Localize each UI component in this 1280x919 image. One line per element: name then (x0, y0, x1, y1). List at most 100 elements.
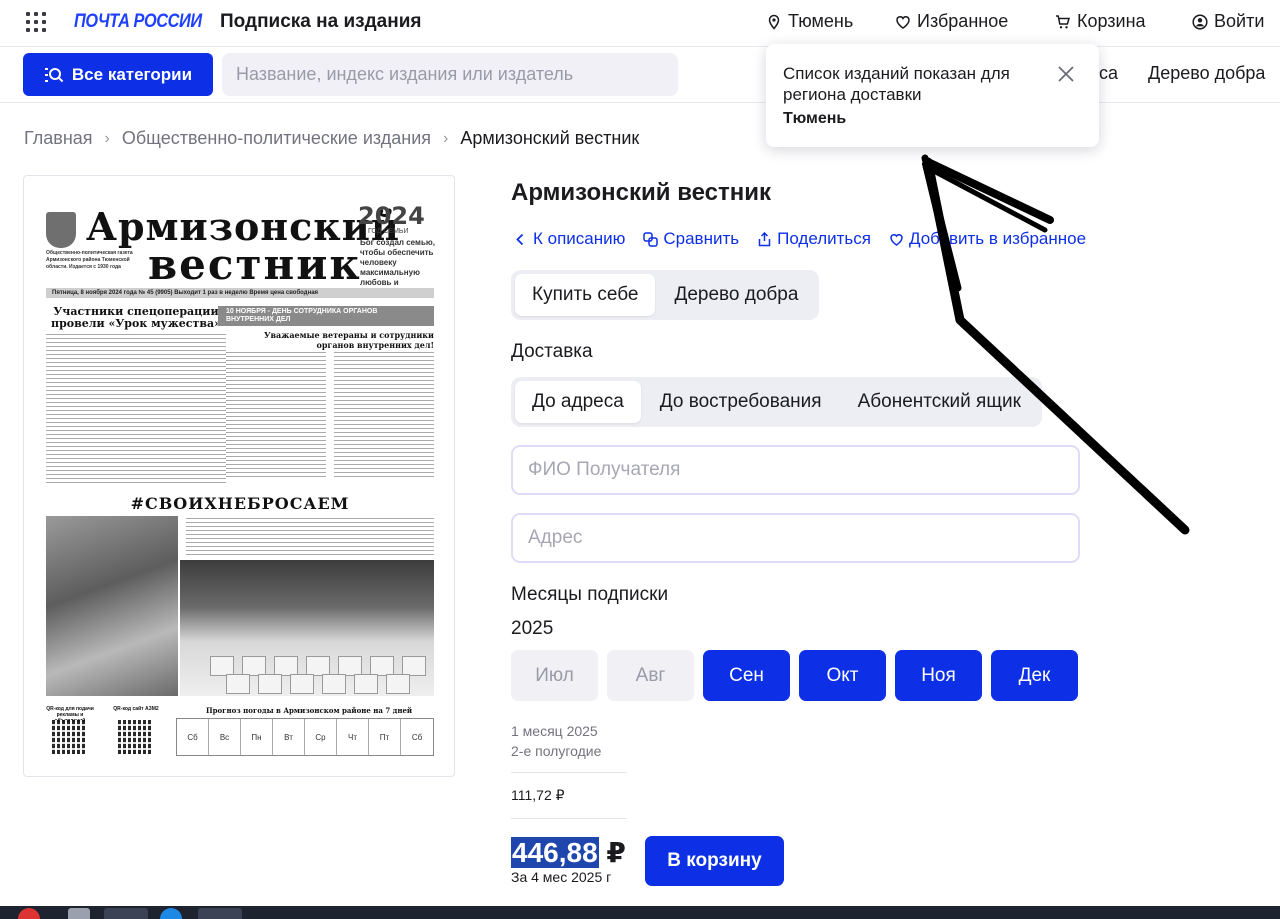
favorites-label: Избранное (917, 11, 1009, 31)
share-icon (758, 231, 771, 246)
months-label: Месяцы подписки (511, 584, 669, 605)
month-button-jul[interactable]: Июл (511, 650, 598, 701)
price-divider (511, 818, 627, 819)
breadcrumb-home[interactable]: Главная (24, 128, 93, 149)
price-divider (511, 772, 627, 773)
breadcrumb-category[interactable]: Общественно-политические издания (122, 128, 431, 149)
compare-label: Сравнить (663, 229, 740, 248)
tab-po-box[interactable]: Абонентский ящик (841, 381, 1038, 423)
month-price: 111,72 ₽ (511, 787, 565, 803)
month-button-aug[interactable]: Авг (607, 650, 694, 701)
user-icon (1192, 13, 1208, 30)
all-categories-button[interactable]: Все категории (23, 53, 213, 96)
login-link[interactable]: Войти (1192, 11, 1264, 32)
period-line1: 1 месяц 2025 (511, 723, 598, 739)
cover-date-bar: Пятница, 8 ноября 2024 года № 45 (9905) … (46, 288, 434, 298)
publication-cover[interactable]: Армизонский вестник 2024 ГОД СЕМЬИ Бог с… (23, 175, 455, 777)
cover-title-line2: вестник (148, 240, 362, 289)
compare-icon (643, 231, 659, 247)
month-button-dec[interactable]: Дек (991, 650, 1078, 701)
all-categories-label: Все категории (71, 64, 193, 84)
weather-day: Сб (177, 719, 209, 755)
address-field[interactable] (511, 513, 1080, 563)
favorites-link[interactable]: Избранное (895, 11, 1008, 32)
cover-year: 2024 (358, 202, 425, 230)
breadcrumb: Главная › Общественно-политические издан… (24, 128, 639, 149)
chevron-right-icon: › (104, 129, 110, 147)
taskbar-app-icon[interactable] (104, 908, 148, 919)
region-popup: Список изданий показан для региона доста… (766, 44, 1099, 147)
breadcrumb-current: Армизонский вестник (460, 128, 640, 148)
heart-icon (896, 15, 910, 29)
tab-buy-for-self[interactable]: Купить себе (515, 274, 656, 316)
tab-to-address[interactable]: До адреса (515, 381, 641, 423)
delivery-type-tabs: До адреса До востребования Абонентский я… (511, 377, 1042, 427)
period-line2: 2-е полугодие (511, 743, 602, 759)
month-button-sep[interactable]: Сен (703, 650, 790, 701)
city-label: Тюмень (788, 11, 854, 31)
cover-hashtag: #СВОИХНЕБРОСАЕМ (130, 494, 350, 513)
total-note: За 4 мес 2025 г (511, 869, 612, 885)
pochta-logo[interactable]: ПОЧТА РОССИИ (74, 11, 202, 33)
cover-weather-table: Сб Вс Пн Вт Ср Чт Пт Сб (176, 718, 434, 756)
taskbar-app-icon[interactable] (68, 908, 90, 919)
weather-day: Вт (273, 719, 305, 755)
nav-link-partial[interactable]: са (1099, 63, 1118, 84)
month-button-nov[interactable]: Ноя (895, 650, 982, 701)
close-icon[interactable] (1056, 64, 1076, 84)
chevron-right-icon: › (443, 129, 449, 147)
cover-photo-group (180, 560, 434, 696)
cart-icon (1056, 14, 1070, 28)
cover-year-sub: ГОД СЕМЬИ (368, 228, 409, 235)
cover-headline-right: Уважаемые ветераны и сотрудники органов … (264, 330, 434, 350)
weather-day: Чт (337, 719, 369, 755)
newspaper-front-page: Армизонский вестник 2024 ГОД СЕМЬИ Бог с… (46, 202, 435, 758)
coat-of-arms-icon (46, 212, 76, 248)
region-popup-message: Список изданий показан для региона доста… (783, 64, 1010, 104)
add-to-favorites-link[interactable]: Добавить в избранное (889, 229, 1086, 249)
share-label: Поделиться (777, 229, 871, 248)
service-title[interactable]: Подписка на издания (220, 11, 421, 33)
login-label: Войти (1214, 11, 1265, 31)
cover-headline-left: Участники спецоперации провели «Урок муж… (51, 305, 221, 330)
add-to-cart-button[interactable]: В корзину (645, 836, 784, 886)
recipient-name-field[interactable] (511, 445, 1080, 495)
favorite-label: Добавить в избранное (909, 229, 1087, 248)
cart-link[interactable]: Корзина (1055, 11, 1146, 32)
search-input[interactable] (222, 53, 678, 96)
nav-link-tree-of-good[interactable]: Дерево добра (1148, 63, 1265, 84)
cover-photo-child (46, 516, 178, 696)
compare-link[interactable]: Сравнить (643, 229, 739, 249)
location-pin-icon (768, 14, 780, 30)
delivery-label: Доставка (511, 341, 593, 362)
categories-search-icon (44, 67, 64, 82)
heart-icon (890, 233, 903, 246)
chevron-left-icon (516, 233, 524, 245)
top-header: ПОЧТА РОССИИ Подписка на издания Тюмень … (0, 0, 1280, 46)
apps-grid-icon[interactable] (26, 12, 46, 32)
cover-article-text (46, 334, 226, 484)
back-label: К описанию (533, 229, 626, 248)
qr-code-icon (52, 720, 86, 754)
taskbar-app-icon[interactable] (198, 908, 242, 919)
cover-weather-title: Прогноз погоды в Армизонском районе на 7… (206, 706, 413, 715)
weather-day: Вс (209, 719, 241, 755)
cover-article-text (226, 352, 326, 480)
month-button-oct[interactable]: Окт (799, 650, 886, 701)
product-actions: К описанию Сравнить Поделиться Добавить … (513, 229, 1086, 249)
back-to-description-link[interactable]: К описанию (513, 229, 625, 249)
weather-day: Ср (305, 719, 337, 755)
cover-masthead-info: Общественно-политическая газета Армизонс… (46, 250, 133, 270)
weather-day: Пт (369, 719, 401, 755)
city-selector[interactable]: Тюмень (766, 11, 853, 32)
cover-article-text (334, 352, 434, 480)
weather-day: Пн (241, 719, 273, 755)
total-price: 446,88 ₽ (511, 836, 626, 869)
share-link[interactable]: Поделиться (757, 229, 871, 249)
cover-article-text (186, 518, 434, 556)
tab-tree-of-good[interactable]: Дерево добра (657, 274, 815, 316)
tab-general-delivery[interactable]: До востребования (643, 381, 839, 423)
total-price-value: 446,88 (511, 837, 599, 868)
total-currency: ₽ (606, 837, 626, 868)
purchase-type-tabs: Купить себе Дерево добра (511, 270, 820, 320)
